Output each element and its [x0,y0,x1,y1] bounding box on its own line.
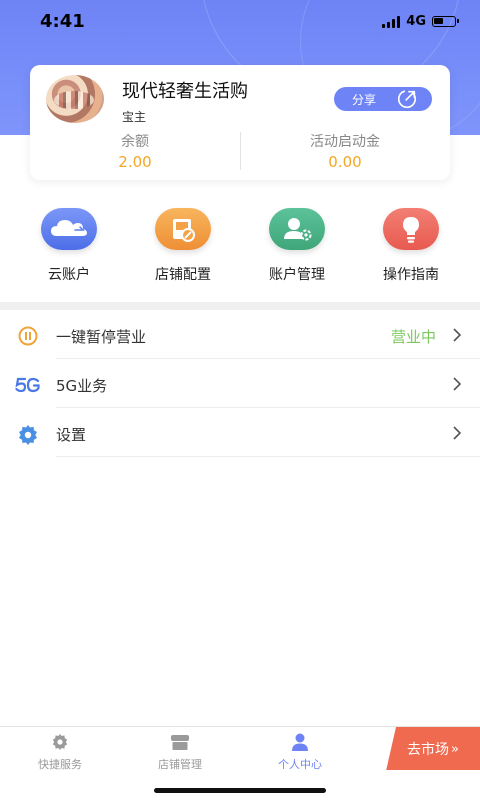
tab-quick-service[interactable]: 快捷服务 [0,727,120,771]
share-button[interactable]: 分享 [334,87,432,111]
menu-item-pause-business[interactable]: 一键暂停营业 营业中 [0,311,480,359]
quick-action-operation-guide[interactable]: 操作指南 [356,208,466,284]
balance-value: 2.00 [118,153,152,171]
pause-icon [18,326,38,346]
menu-item-label: 设置 [56,426,87,444]
row-separator [56,407,480,408]
activity-fund-label: 活动启动金 [310,134,380,150]
quick-action-account-management[interactable]: 账户管理 [242,208,352,284]
share-button-label: 分享 [352,92,377,107]
account-settings-icon [269,208,325,250]
profile-card: 现代轻奢生活购 宝主 分享 余额 2.00 活动启动金 0.00 [30,65,450,180]
market-button-label: 去市场 [407,742,450,758]
menu-item-5g-business[interactable]: 5G业务 [0,360,480,408]
activity-fund-value: 0.00 [328,153,362,171]
store-icon [171,735,189,750]
quick-action-label: 店铺配置 [155,267,211,283]
quick-action-label: 账户管理 [269,267,325,283]
go-to-market-button[interactable]: 去市场» [386,727,480,771]
status-indicators: 4G [382,14,459,29]
row-separator [56,456,480,457]
bottom-tab-bar: 快捷服务 店铺管理 个人中心 去市场» [0,726,480,771]
quick-action-cloud-account[interactable]: 云账户 [14,208,124,284]
shop-role: 宝主 [122,110,147,124]
tab-store-management[interactable]: 店铺管理 [120,727,240,771]
balance-label: 余额 [121,134,149,150]
5g-icon [15,377,40,393]
activity-fund-stat[interactable]: 活动启动金 0.00 [240,131,450,171]
business-status: 营业中 [390,328,436,346]
status-time: 4:41 [40,11,85,32]
chevron-right-icon [453,426,462,440]
quick-action-label: 操作指南 [383,267,439,283]
menu-item-label: 5G业务 [56,377,108,395]
chevron-right-icon [453,377,462,391]
double-chevron-right-icon: » [451,741,459,757]
battery-icon [432,16,459,27]
balance-stat[interactable]: 余额 2.00 [30,131,240,171]
share-icon [397,89,417,109]
gear-icon [52,734,68,750]
menu-item-settings[interactable]: 设置 [0,409,480,457]
person-icon [292,733,308,751]
cloud-icon [41,208,97,250]
gear-icon [19,425,37,445]
home-indicator[interactable] [154,788,326,793]
menu-item-label: 一键暂停营业 [56,328,147,346]
lightbulb-icon [383,208,439,250]
home-indicator-area [0,770,480,800]
signal-icon [382,15,401,28]
status-bar: 4:41 4G [0,0,480,44]
shop-name: 现代轻奢生活购 [122,81,248,102]
quick-action-store-config[interactable]: 店铺配置 [128,208,238,284]
tab-personal-center[interactable]: 个人中心 [240,727,360,771]
network-type: 4G [406,14,426,29]
chevron-right-icon [453,328,462,342]
avatar[interactable] [46,75,104,123]
section-divider [0,302,480,310]
quick-action-label: 云账户 [48,267,90,283]
row-separator [56,358,480,359]
store-config-icon [155,208,211,250]
